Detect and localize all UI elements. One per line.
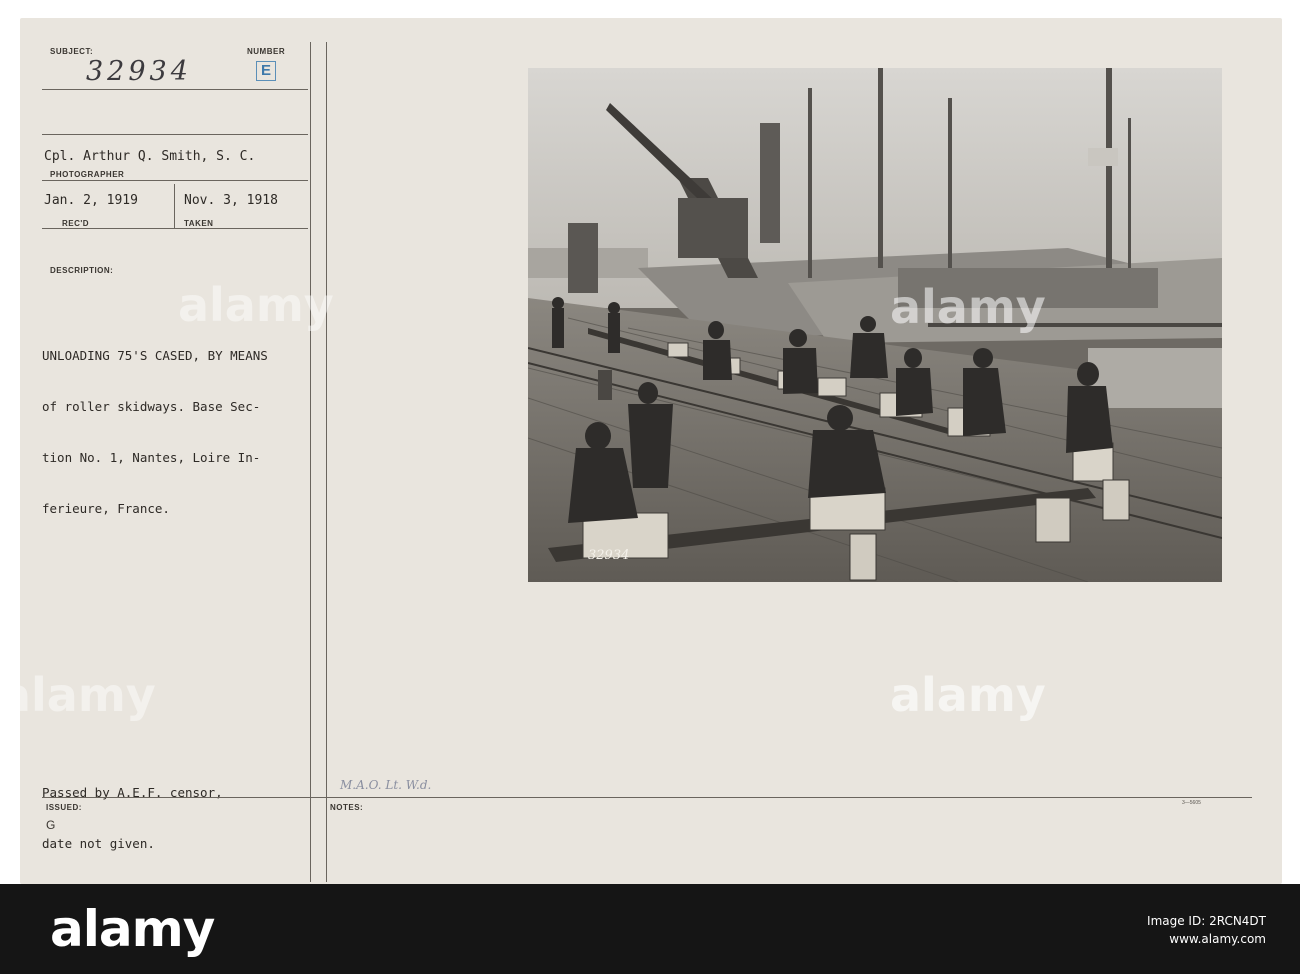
description-line: ferieure, France.: [42, 501, 170, 516]
recd-date: Jan. 2, 1919: [44, 193, 138, 208]
header-rule: [42, 134, 308, 135]
site-url: www.alamy.com: [1169, 932, 1266, 946]
taken-date: Nov. 3, 1918: [184, 193, 278, 208]
subject-label: SUBJECT:: [50, 47, 94, 56]
subject-number: 32934: [86, 56, 192, 87]
subject-underline: [42, 89, 308, 90]
taken-label: TAKEN: [184, 219, 214, 228]
photographer-label: PHOTOGRAPHER: [50, 170, 125, 179]
date-divider: [174, 184, 175, 228]
number-stamp: E: [256, 61, 276, 81]
alamy-logo: alamy: [50, 900, 215, 958]
issued-value: G: [46, 818, 56, 832]
description-line: tion No. 1, Nantes, Loire In-: [42, 450, 261, 465]
watermark-info: Image ID: 2RCN4DT www.alamy.com: [1147, 912, 1266, 948]
form-code: 3—5605: [1182, 800, 1201, 806]
photographer-value: Cpl. Arthur Q. Smith, S. C.: [44, 149, 256, 164]
censor-line: date not given.: [42, 836, 155, 851]
description-label: DESCRIPTION:: [50, 266, 114, 275]
ghost-watermark: alamy: [178, 278, 334, 332]
ghost-watermark: alamy: [890, 280, 1046, 334]
notes-label: NOTES:: [330, 803, 364, 812]
photo-illustration: [528, 68, 1222, 582]
notes-handwriting: M.A.O. Lt. W.d.: [340, 778, 432, 792]
censor-line: Passed by A.E.F. censor,: [42, 785, 223, 800]
ghost-watermark: alamy: [890, 668, 1046, 722]
image-id: Image ID: 2RCN4DT: [1147, 914, 1266, 928]
date-underline: [42, 228, 308, 229]
left-column-divider: [310, 42, 311, 882]
description-line: UNLOADING 75'S CASED, BY MEANS: [42, 348, 268, 363]
negative-number: 32934: [588, 548, 630, 563]
number-label: NUMBER: [247, 47, 286, 56]
description-line: of roller skidways. Base Sec-: [42, 399, 261, 414]
photo-panel-divider: [326, 42, 327, 882]
issued-label: ISSUED:: [46, 803, 82, 812]
ghost-watermark: alamy: [0, 668, 156, 722]
footer-rule: [42, 797, 1252, 798]
dock-photograph: [528, 68, 1222, 582]
recd-label: REC'D: [62, 219, 90, 228]
photographer-underline: [42, 180, 308, 181]
description-text: UNLOADING 75'S CASED, BY MEANS of roller…: [42, 313, 268, 534]
